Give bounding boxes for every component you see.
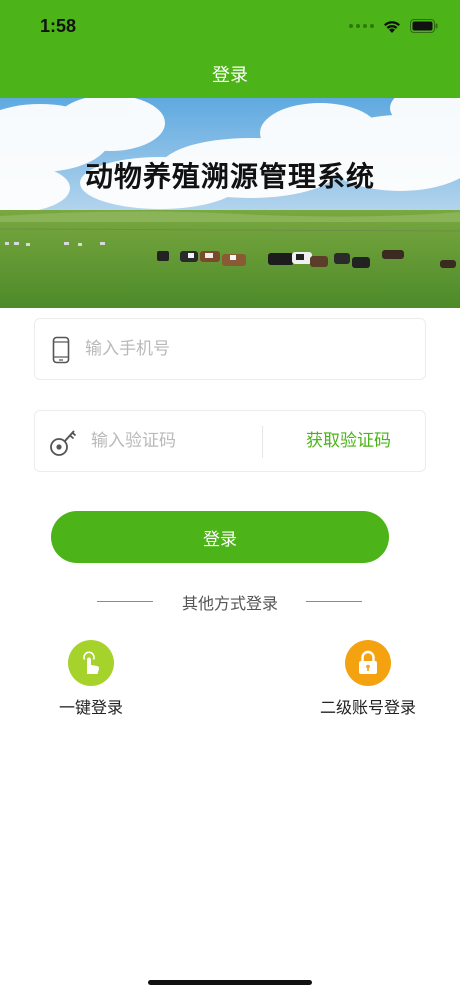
lock-icon bbox=[345, 640, 391, 686]
banner-image: 动物养殖溯源管理系统 bbox=[0, 98, 460, 308]
sub-account-login-button[interactable]: 二级账号登录 bbox=[298, 640, 438, 718]
phone-field bbox=[34, 318, 426, 380]
one-click-login-button[interactable]: 一键登录 bbox=[21, 640, 161, 718]
phone-icon bbox=[52, 336, 70, 364]
divider-line-right bbox=[306, 601, 362, 602]
status-time: 1:58 bbox=[40, 16, 77, 36]
nav-bar: 登录 bbox=[0, 50, 460, 98]
other-login-divider: 其他方式登录 bbox=[0, 588, 460, 614]
sub-account-login-label: 二级账号登录 bbox=[319, 698, 416, 717]
cellular-icon bbox=[349, 24, 374, 28]
battery-icon bbox=[410, 19, 438, 33]
login-button[interactable]: 登录 bbox=[51, 511, 389, 563]
pasture-illustration bbox=[0, 98, 460, 308]
key-icon bbox=[50, 430, 77, 456]
status-icons bbox=[349, 16, 438, 36]
system-title: 动物养殖溯源管理系统 bbox=[84, 160, 375, 193]
page-title: 登录 bbox=[212, 65, 248, 86]
phone-input[interactable] bbox=[85, 319, 405, 379]
status-bar: 1:58 bbox=[0, 0, 460, 50]
touch-icon bbox=[68, 640, 114, 686]
field-divider bbox=[262, 426, 263, 458]
other-login-text: 其他方式登录 bbox=[181, 594, 278, 613]
code-field: 获取验证码 bbox=[34, 410, 426, 472]
home-indicator bbox=[148, 980, 312, 985]
code-input[interactable] bbox=[91, 411, 251, 471]
wifi-icon bbox=[384, 20, 400, 33]
get-code-button[interactable]: 获取验证码 bbox=[306, 411, 391, 471]
one-click-login-label: 一键登录 bbox=[58, 698, 123, 717]
